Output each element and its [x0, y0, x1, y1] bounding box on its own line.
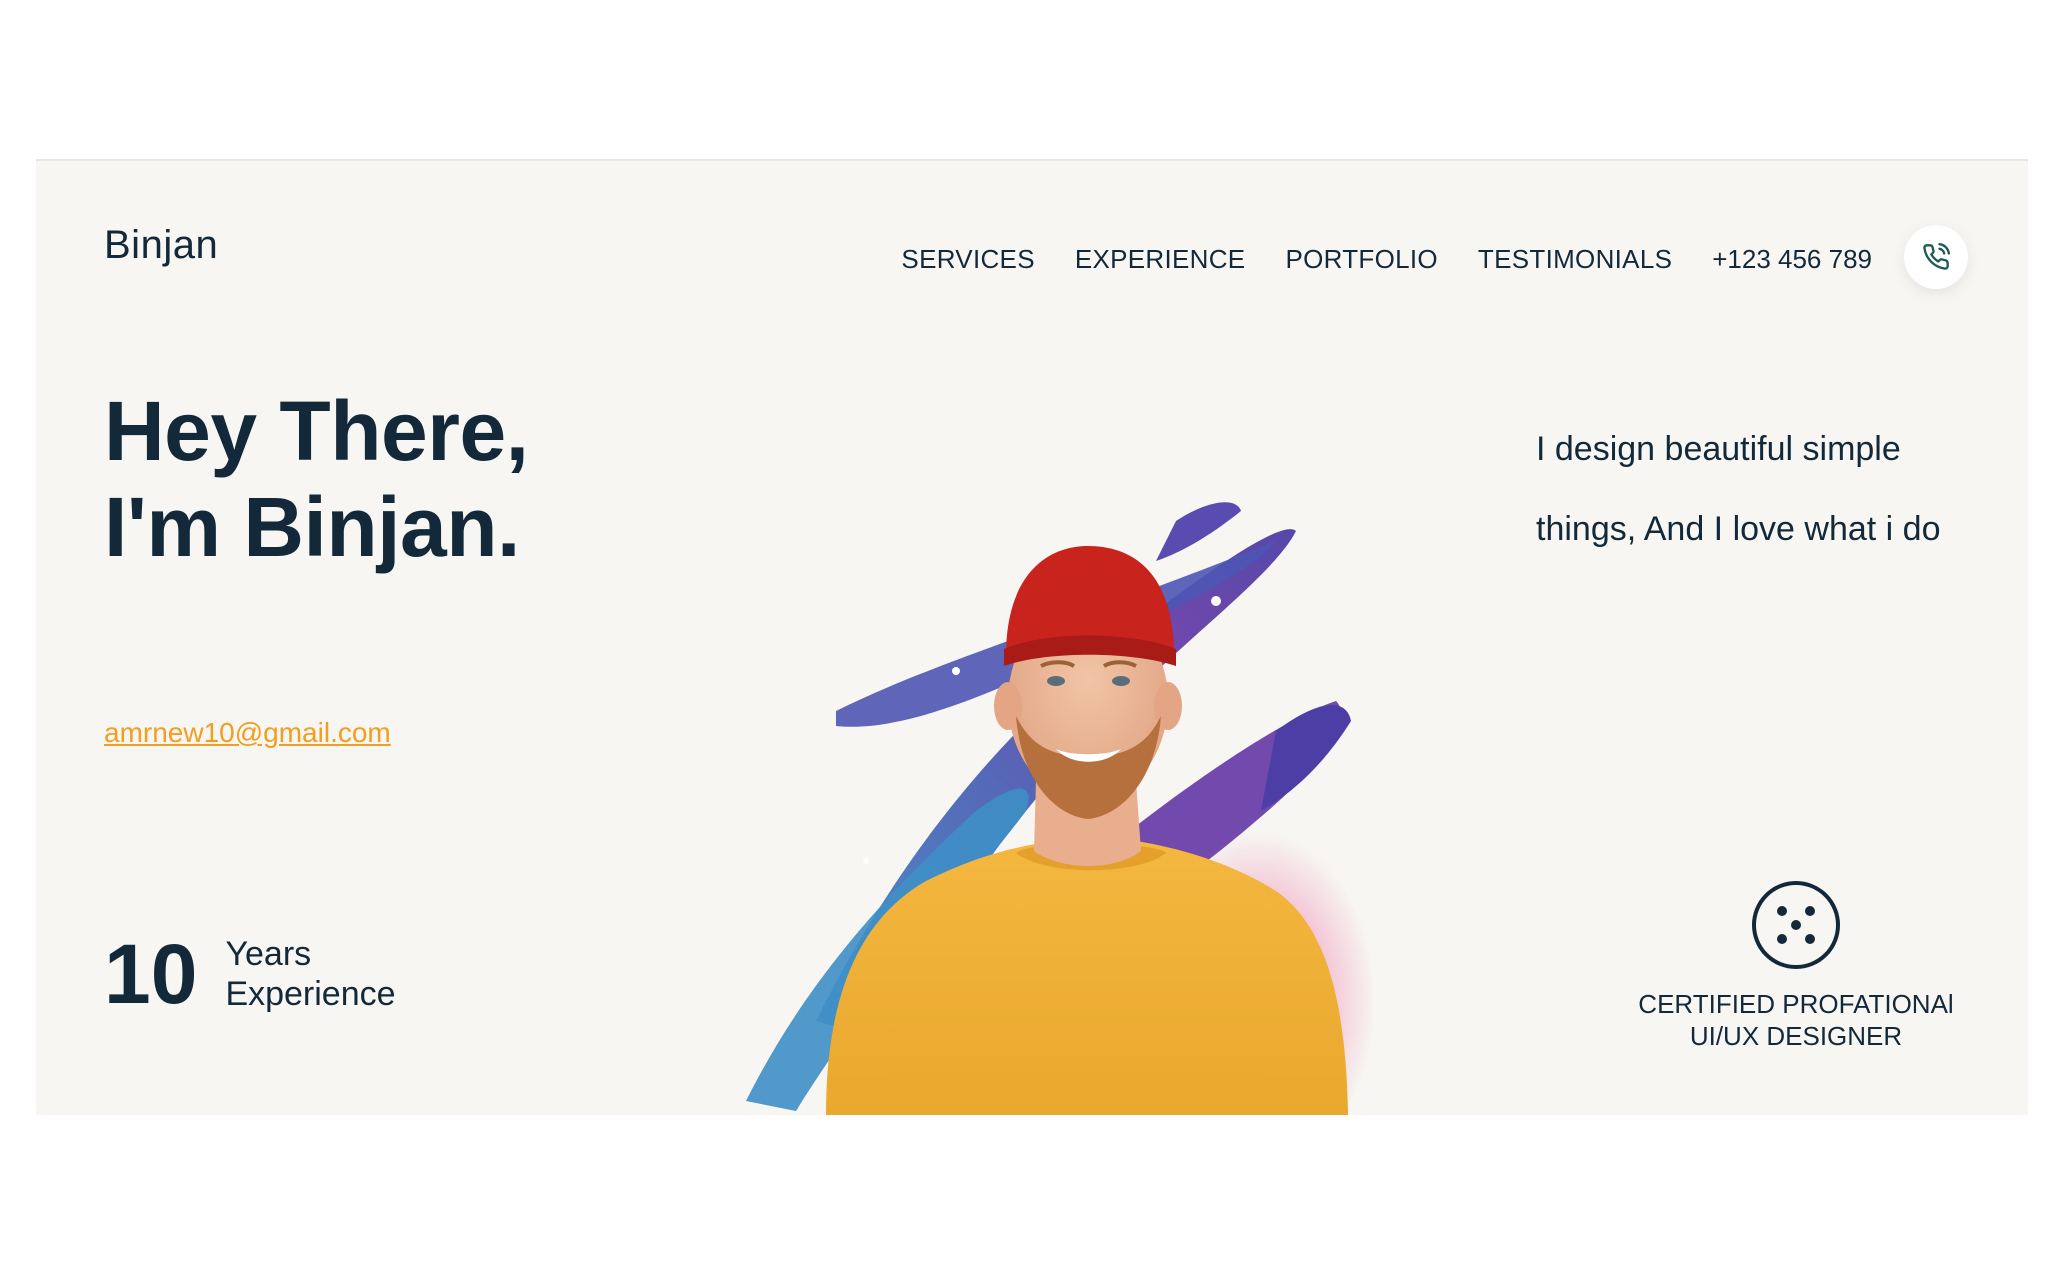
experience-number: 10: [104, 927, 198, 1021]
hero-portrait: [746, 502, 1376, 1115]
experience-label-line-1: Years: [225, 935, 312, 973]
phone-call-icon: [1923, 243, 1950, 270]
nav-experience[interactable]: EXPERIENCE: [1075, 244, 1246, 275]
page: Binjan SERVICES EXPERIENCE PORTFOLIO TES…: [0, 0, 2048, 1280]
brand-logo[interactable]: Binjan: [104, 223, 218, 268]
nav-testimonials[interactable]: TESTIMONIALS: [1478, 244, 1672, 275]
experience-label: Years Experience: [225, 934, 395, 1014]
headline-line-2: I'm Binjan.: [104, 480, 520, 574]
certification-badge: CERTIFIED PROFATIONAl UI/UX DESIGNER: [1596, 879, 1996, 1052]
call-button[interactable]: [1904, 225, 1968, 289]
experience-label-line-2: Experience: [225, 975, 396, 1013]
nav-phone-number[interactable]: +123 456 789: [1712, 244, 1872, 275]
nav-services[interactable]: SERVICES: [901, 244, 1034, 275]
tagline-line-2: things, And I love what i do: [1536, 510, 1941, 548]
hero-headline: Hey There, I'm Binjan.: [104, 383, 529, 575]
tagline-line-1: I design beautiful simple: [1536, 430, 1901, 468]
main-nav: SERVICES EXPERIENCE PORTFOLIO TESTIMONIA…: [901, 225, 1968, 289]
certification-text: CERTIFIED PROFATIONAl UI/UX DESIGNER: [1596, 988, 1996, 1052]
certification-line-2: UI/UX DESIGNER: [1689, 1021, 1903, 1051]
dice-five-icon: [1752, 881, 1840, 969]
experience-stat: 10 Years Experience: [104, 929, 396, 1019]
hero-section: Binjan SERVICES EXPERIENCE PORTFOLIO TES…: [36, 159, 2028, 1115]
hero-tagline: I design beautiful simple things, And I …: [1536, 409, 1940, 569]
headline-line-1: Hey There,: [104, 384, 529, 478]
email-link[interactable]: amrnew10@gmail.com: [104, 717, 391, 749]
certification-line-1: CERTIFIED PROFATIONAl: [1638, 989, 1954, 1019]
nav-portfolio[interactable]: PORTFOLIO: [1285, 244, 1437, 275]
person-figure: [826, 546, 1348, 1115]
